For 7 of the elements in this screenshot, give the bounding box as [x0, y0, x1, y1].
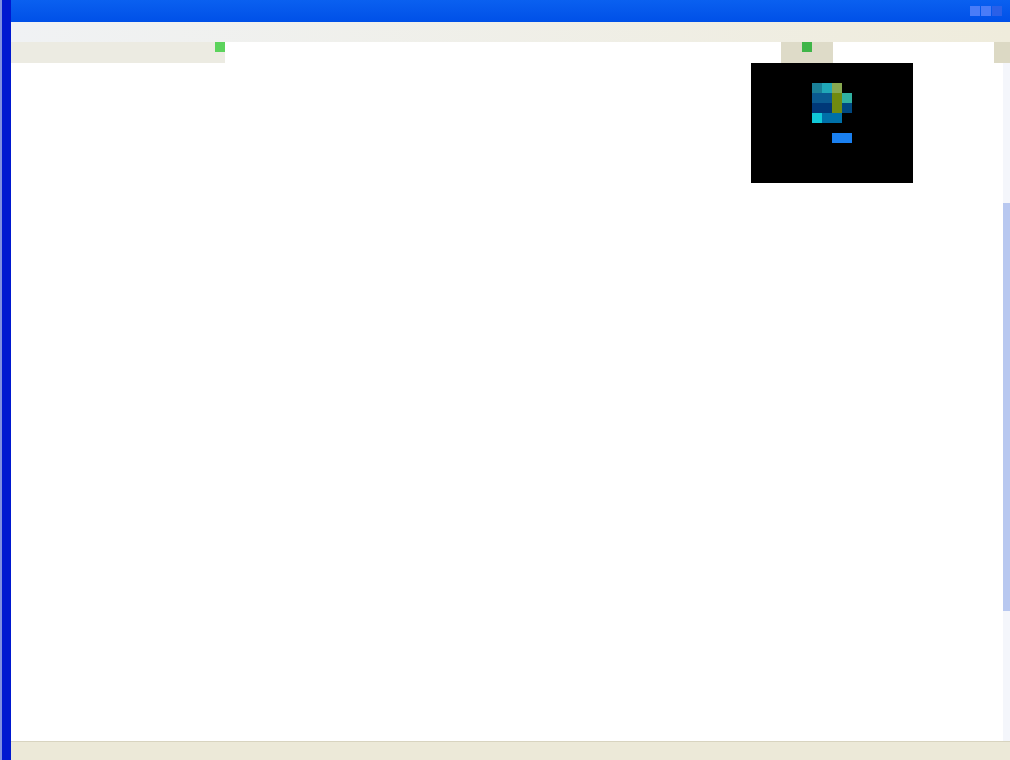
maximize-button[interactable] — [981, 6, 991, 16]
toolbar-edge — [994, 42, 1010, 63]
scroll-thumb[interactable] — [1003, 203, 1010, 611]
toolbar-tab[interactable] — [781, 42, 833, 63]
minimize-button[interactable] — [970, 6, 980, 16]
close-button[interactable] — [992, 6, 1002, 16]
scroll-bar[interactable] — [1003, 63, 1010, 741]
